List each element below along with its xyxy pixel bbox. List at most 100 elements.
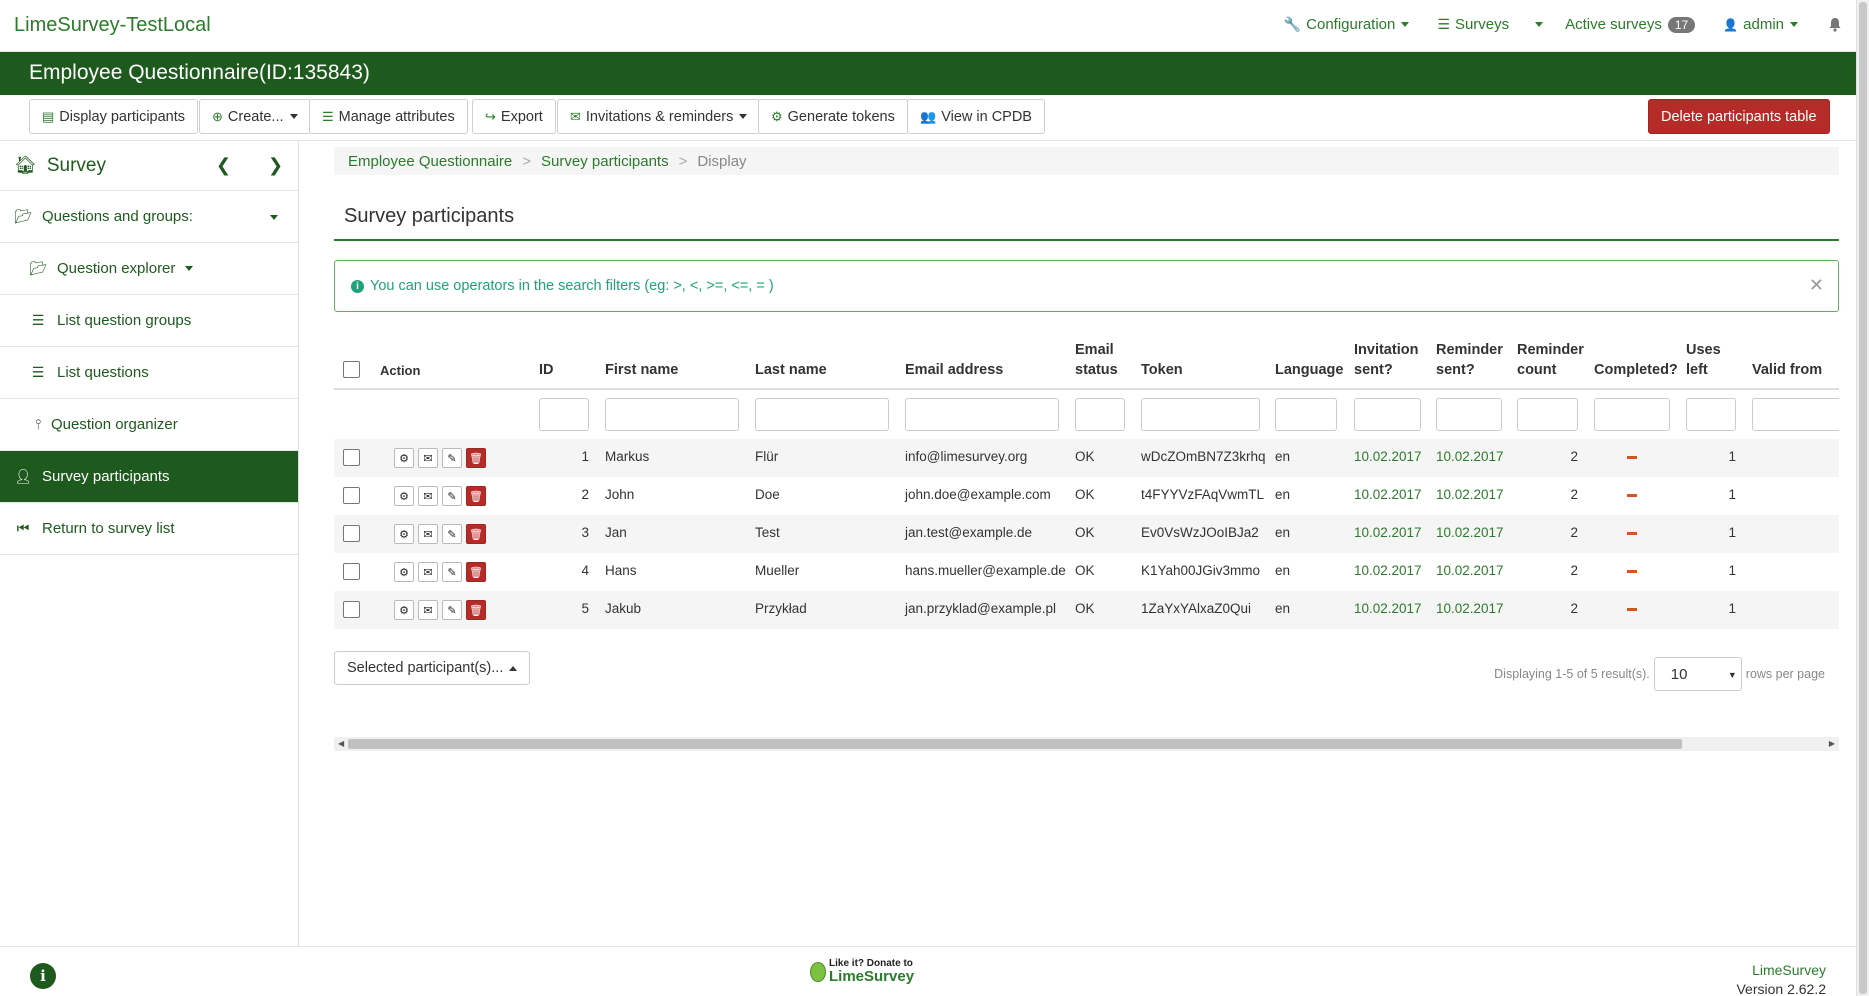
col-header-last-name[interactable]: Last name	[755, 360, 827, 380]
sidebar-item-question-explorer[interactable]: 📂︎ Question explorer	[0, 243, 298, 295]
sidebar-item-question-organizer[interactable]: ⫯ Question organizer	[0, 399, 298, 451]
donate-link[interactable]: Like it? Donate to LimeSurvey	[810, 959, 914, 984]
view-in-cpdb-button[interactable]: 👥 View in CPDB	[907, 99, 1045, 134]
generate-tokens-button[interactable]: ⚙ Generate tokens	[758, 99, 908, 134]
pencil-icon[interactable]: ✎	[442, 486, 462, 506]
horizontal-scrollbar[interactable]: ◀ ▶	[334, 737, 1839, 751]
breadcrumb-survey[interactable]: Employee Questionnaire	[348, 153, 512, 170]
sidebar-item-survey-participants[interactable]: 👤︎ Survey participants	[0, 451, 298, 503]
gear-icon[interactable]: ⚙	[394, 524, 414, 544]
trash-icon[interactable]: 🗑︎	[466, 600, 486, 620]
scroll-right-icon[interactable]: ▶	[1829, 739, 1835, 748]
header-line: Email	[1075, 342, 1114, 358]
filter-uses-left-input[interactable]	[1686, 398, 1736, 431]
filter-token-input[interactable]	[1141, 398, 1260, 431]
scroll-left-icon[interactable]: ◀	[338, 739, 344, 748]
row-checkbox[interactable]	[343, 487, 360, 504]
active-surveys-link[interactable]: Active surveys 17	[1565, 16, 1696, 33]
cell-uses-left: 1	[1728, 449, 1736, 464]
export-button[interactable]: ↪ Export	[472, 99, 556, 134]
user-menu[interactable]: 👤 admin	[1723, 16, 1798, 33]
pencil-icon[interactable]: ✎	[442, 448, 462, 468]
envelope-icon[interactable]: ✉	[418, 524, 438, 544]
list-icon: ☰	[1437, 16, 1450, 32]
col-header-uses-left[interactable]: Uses left	[1686, 340, 1721, 380]
scrollbar-thumb[interactable]	[348, 739, 1682, 749]
row-checkbox[interactable]	[343, 601, 360, 618]
pencil-icon[interactable]: ✎	[442, 524, 462, 544]
header-line: left	[1686, 362, 1708, 378]
pencil-icon[interactable]: ✎	[442, 600, 462, 620]
sidebar-item-list-questions[interactable]: ☰ List questions	[0, 347, 298, 399]
rows-per-page-select[interactable]: 10 ▼	[1653, 657, 1742, 691]
col-header-valid-from[interactable]: Valid from	[1752, 360, 1822, 380]
chevron-right-icon[interactable]: ❯	[268, 155, 283, 176]
filter-last-name-input[interactable]	[755, 398, 889, 431]
product-link[interactable]: LimeSurvey	[1736, 961, 1826, 980]
table-row: ⚙ ✉ ✎ 🗑︎ 3 Jan Test jan.test@example.de OK Ev0VsW…	[334, 515, 1839, 553]
cell-email: john.doe@example.com	[905, 487, 1051, 502]
row-checkbox[interactable]	[343, 563, 360, 580]
gear-icon[interactable]: ⚙	[394, 562, 414, 582]
filter-completed-input[interactable]	[1594, 398, 1670, 431]
gear-icon[interactable]: ⚙	[394, 486, 414, 506]
row-checkbox[interactable]	[343, 449, 360, 466]
col-header-reminder-sent[interactable]: Reminder sent?	[1436, 340, 1503, 380]
gear-icon[interactable]: ⚙	[394, 448, 414, 468]
info-icon[interactable]: i	[30, 963, 56, 989]
col-header-completed[interactable]: Completed?	[1594, 360, 1678, 380]
trash-icon[interactable]: 🗑︎	[466, 448, 486, 468]
envelope-icon[interactable]: ✉	[418, 600, 438, 620]
display-participants-button[interactable]: ▤ Display participants	[29, 99, 199, 134]
notifications-button[interactable]	[1828, 17, 1842, 32]
trash-icon[interactable]: 🗑︎	[466, 562, 486, 582]
create-button[interactable]: ⊕ Create...	[199, 99, 311, 134]
cell-id: 1	[581, 449, 589, 464]
filter-invitation-sent-input[interactable]	[1354, 398, 1421, 431]
sidebar-item-questions-and-groups[interactable]: 📂︎ Questions and groups:	[0, 191, 298, 243]
trash-icon[interactable]: 🗑︎	[466, 486, 486, 506]
pencil-icon[interactable]: ✎	[442, 562, 462, 582]
filter-email-status-input[interactable]	[1075, 398, 1125, 431]
configuration-menu[interactable]: 🔧 Configuration	[1284, 16, 1410, 33]
surveys-dropdown-toggle[interactable]	[1529, 22, 1544, 27]
surveys-menu[interactable]: ☰ Surveys	[1437, 16, 1509, 33]
delete-participants-table-button[interactable]: Delete participants table	[1648, 99, 1830, 134]
col-header-email-status[interactable]: Email status	[1075, 340, 1118, 380]
breadcrumb: Employee Questionnaire > Survey particip…	[334, 147, 1839, 175]
close-icon[interactable]: ✕	[1809, 275, 1824, 296]
invitations-reminders-button[interactable]: ✉ Invitations & reminders	[557, 99, 761, 134]
wrench-icon: 🔧	[1283, 16, 1302, 32]
col-header-first-name[interactable]: First name	[605, 360, 678, 380]
sidebar-item-list-question-groups[interactable]: ☰ List question groups	[0, 295, 298, 347]
gear-icon[interactable]: ⚙	[394, 600, 414, 620]
col-header-email[interactable]: Email address	[905, 360, 1003, 380]
select-all-checkbox[interactable]	[343, 361, 360, 378]
col-header-invitation-sent[interactable]: Invitation sent?	[1354, 340, 1418, 380]
cell-last-name: Przykład	[755, 601, 807, 616]
manage-attributes-button[interactable]: ☰ Manage attributes	[309, 99, 468, 134]
scrollbar-thumb[interactable]	[1859, 2, 1867, 994]
chevron-left-icon[interactable]: ❮	[216, 155, 231, 176]
selected-participants-button[interactable]: Selected participant(s)...	[334, 651, 531, 685]
row-checkbox[interactable]	[343, 525, 360, 542]
envelope-icon[interactable]: ✉	[418, 562, 438, 582]
envelope-icon[interactable]: ✉	[418, 486, 438, 506]
sidebar-item-return-to-survey-list[interactable]: ⏮︎ Return to survey list	[0, 503, 298, 555]
col-header-token[interactable]: Token	[1141, 360, 1183, 380]
brand-link[interactable]: LimeSurvey-TestLocal	[14, 14, 211, 37]
filter-valid-from-input[interactable]	[1752, 398, 1839, 431]
trash-icon[interactable]: 🗑︎	[466, 524, 486, 544]
breadcrumb-participants[interactable]: Survey participants	[541, 153, 669, 170]
filter-reminder-sent-input[interactable]	[1436, 398, 1502, 431]
filter-first-name-input[interactable]	[605, 398, 739, 431]
envelope-icon[interactable]: ✉	[418, 448, 438, 468]
col-header-reminder-count[interactable]: Reminder count	[1517, 340, 1584, 380]
vertical-scrollbar[interactable]	[1856, 0, 1869, 996]
col-header-language[interactable]: Language	[1275, 360, 1343, 380]
filter-id-input[interactable]	[539, 398, 589, 431]
filter-email-input[interactable]	[905, 398, 1059, 431]
col-header-id[interactable]: ID	[539, 360, 554, 380]
filter-language-input[interactable]	[1275, 398, 1337, 431]
filter-reminder-count-input[interactable]	[1517, 398, 1578, 431]
